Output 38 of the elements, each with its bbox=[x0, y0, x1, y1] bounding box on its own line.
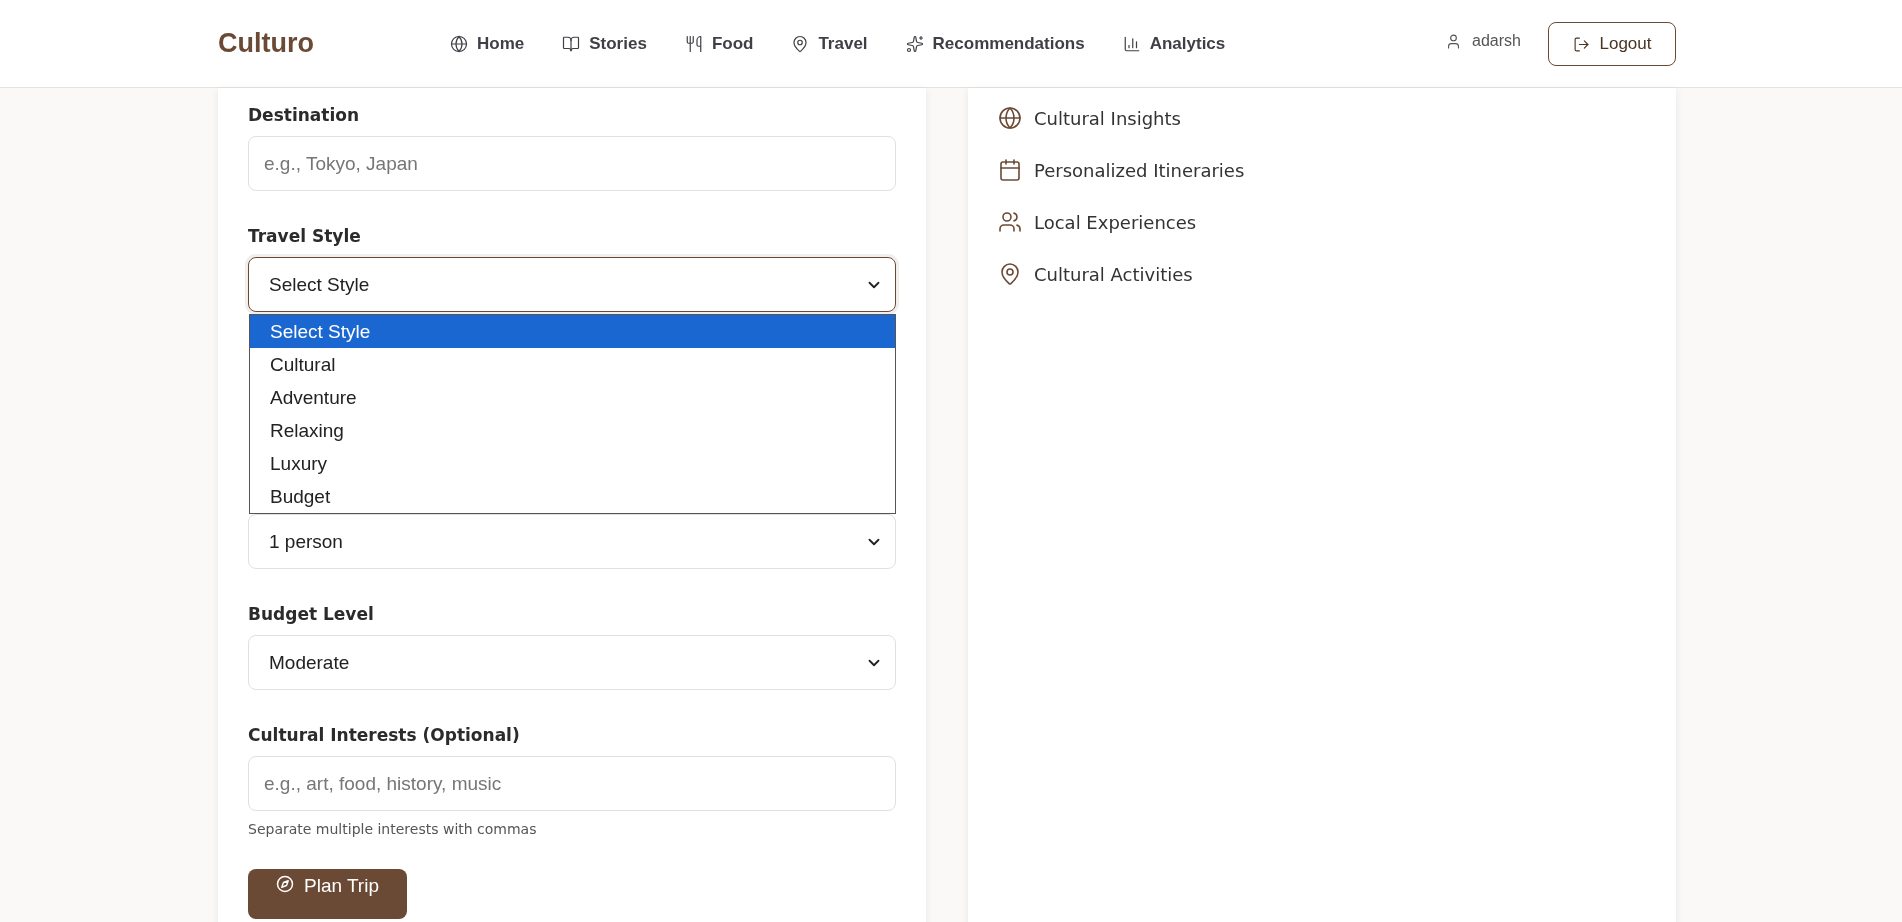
field-label: Travel Style bbox=[248, 225, 362, 247]
field-hint: Separate multiple interests with commas bbox=[248, 821, 538, 837]
fork-knife-icon bbox=[684, 34, 703, 53]
nav-link[interactable]: Analytics bbox=[1122, 33, 1226, 54]
map-pin-icon bbox=[998, 262, 1022, 286]
logo[interactable]: Culturo bbox=[218, 28, 450, 59]
nav-link[interactable]: Recommendations bbox=[905, 33, 1085, 54]
select-field[interactable]: Moderate bbox=[248, 635, 896, 690]
user-icon bbox=[1445, 32, 1462, 50]
user-name: adarsh bbox=[1472, 32, 1521, 50]
feature-label: Cultural Insights bbox=[1034, 107, 1181, 129]
select-field[interactable]: Select Style bbox=[248, 257, 896, 312]
text-field[interactable]: e.g., Tokyo, Japan bbox=[248, 136, 896, 191]
nav-link[interactable]: Food bbox=[684, 33, 754, 54]
bar-chart-icon bbox=[1122, 34, 1141, 53]
calendar-icon bbox=[998, 158, 1022, 182]
nav-link[interactable]: Travel bbox=[791, 33, 868, 54]
logout-icon bbox=[1572, 35, 1590, 53]
select-field[interactable]: 1 person bbox=[248, 514, 896, 569]
dropdown-option[interactable]: Select Style bbox=[250, 315, 895, 348]
people-icon bbox=[998, 210, 1022, 234]
feature-label: Personalized Itineraries bbox=[1034, 159, 1245, 181]
logout-button[interactable]: Logout bbox=[1548, 22, 1676, 66]
nav-link[interactable]: Home bbox=[450, 33, 525, 54]
compass-icon bbox=[276, 875, 294, 893]
sparkles-icon bbox=[905, 34, 924, 53]
field-label: Budget Level bbox=[248, 603, 375, 625]
map-pin-icon bbox=[791, 34, 810, 53]
book-icon bbox=[562, 34, 581, 53]
feature-label: Cultural Activities bbox=[1034, 263, 1193, 285]
globe-icon bbox=[998, 106, 1022, 130]
nav-link[interactable]: Stories bbox=[562, 33, 647, 54]
field-label: Cultural Interests (Optional) bbox=[248, 724, 521, 746]
text-field[interactable]: e.g., art, food, history, music bbox=[248, 756, 896, 811]
feature-label: Local Experiences bbox=[1034, 211, 1197, 233]
field-label: Destination bbox=[248, 104, 361, 126]
globe-icon bbox=[450, 34, 468, 53]
plan-trip-button[interactable]: Plan Trip bbox=[248, 869, 407, 919]
